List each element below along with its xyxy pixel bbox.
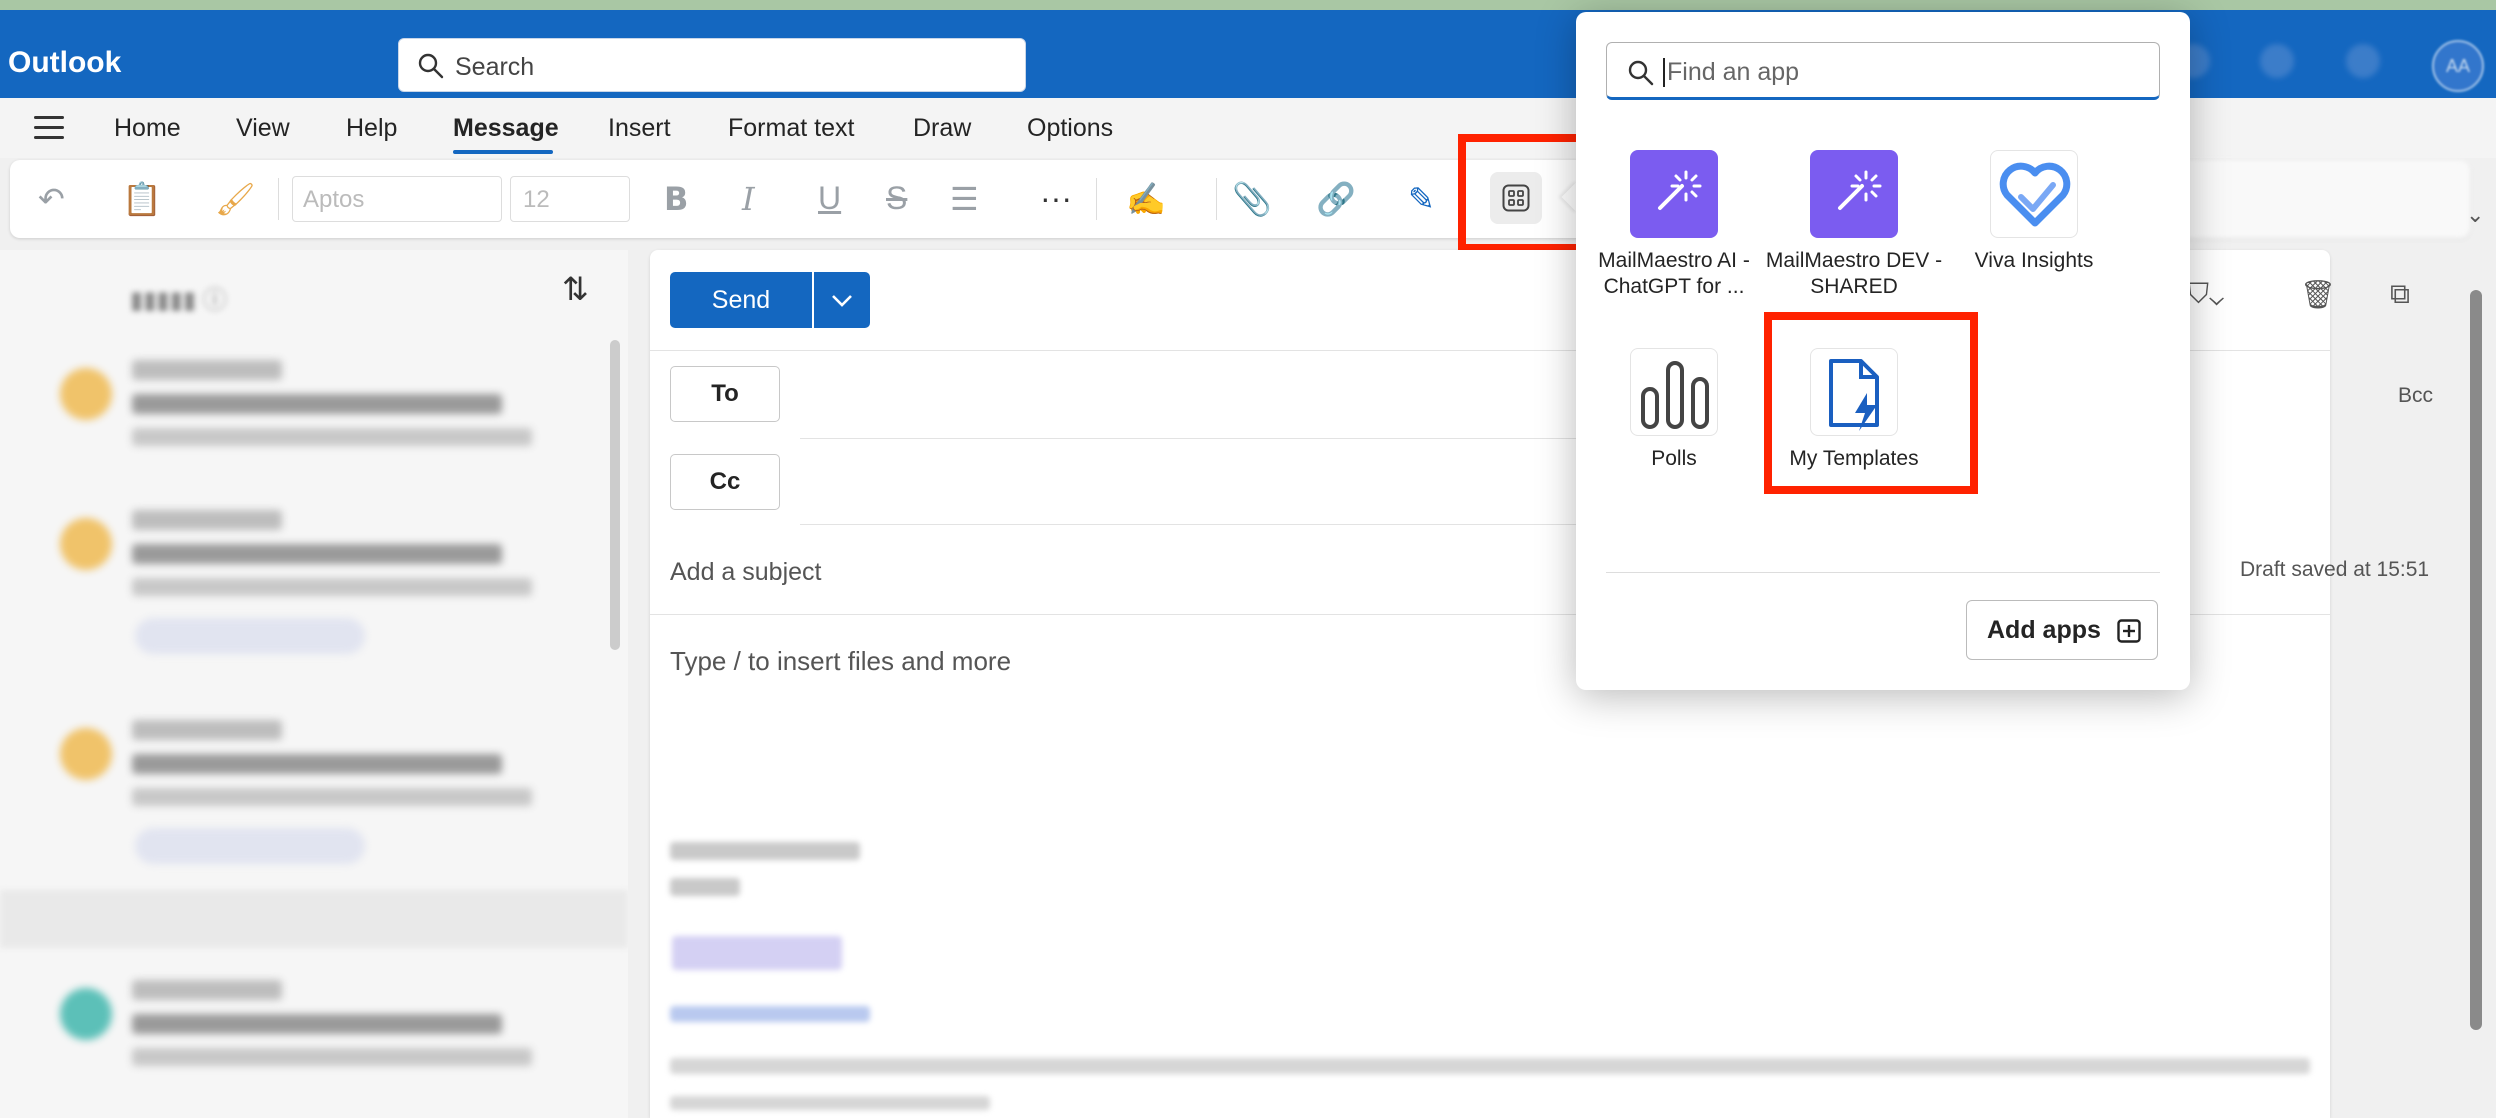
user-avatar[interactable]: AA [2432,40,2484,92]
attach-file-icon[interactable]: 📎 [1232,180,1272,218]
poll-bars-icon [1630,348,1718,436]
find-app-input[interactable]: Find an app [1606,42,2160,100]
ribbon-toolbar: ↶ 📋 🖌 Aptos 12 B I U S ☰ ··· ✍ 📎 🔗 ✎ [10,160,1588,238]
tab-draw[interactable]: Draw [913,114,971,143]
compose-scrollbar[interactable] [2470,290,2482,1030]
my-templates-highlight [1764,312,1978,494]
sensitivity-icon[interactable]: ⛉⌄ [2188,278,2224,311]
bold-icon[interactable]: B [664,180,688,218]
send-options-button[interactable] [814,272,870,328]
signature-line [670,842,860,860]
search-box[interactable]: Search [398,38,1026,92]
list-item[interactable] [20,700,590,880]
pop-out-icon[interactable]: ⧉ [2390,278,2410,311]
editor-icon[interactable]: ✍ [1126,180,1166,218]
message-body[interactable]: Type / to insert files and more [670,646,1011,677]
app-label: Polls [1651,447,1697,470]
link-icon[interactable]: 🔗 [1316,180,1356,218]
mail-list-pane: ▮▮▮▮▮ ⓘ ⇅ [0,250,628,1118]
plus-box-icon [2117,619,2141,643]
tab-options[interactable]: Options [1027,114,1113,143]
tab-format-text[interactable]: Format text [728,114,854,143]
collapse-ribbon-icon[interactable]: ⌄ [2466,202,2484,228]
app-name[interactable]: Outlook [8,46,121,80]
list-item[interactable] [20,490,590,670]
send-button[interactable]: Send [670,272,812,328]
tab-message[interactable]: Message [453,114,559,143]
wand-icon [1810,150,1898,238]
line-spacing-icon[interactable]: ☰ [950,180,979,218]
find-app-placeholder: Find an app [1663,58,1799,87]
folder-title-blurred: ▮▮▮▮▮ ⓘ [130,287,227,314]
app-label: Viva Insights [1974,249,2094,272]
sort-icon[interactable]: ⇅ [562,270,589,308]
tab-help[interactable]: Help [346,114,397,143]
add-apps-button[interactable]: Add apps [1966,600,2158,660]
heart-check-icon [1990,150,2078,238]
format-painter-icon[interactable]: 🖌 [215,180,256,218]
ribbon-divider [1096,178,1097,220]
undo-icon[interactable]: ↶ [38,180,65,218]
bcc-button[interactable]: Bcc [2398,384,2433,408]
list-item[interactable] [20,960,590,1118]
tab-view[interactable]: View [236,114,290,143]
ribbon-divider [278,178,279,220]
list-section-header [0,890,628,948]
underline-icon[interactable]: U [818,180,841,217]
hamburger-menu-icon[interactable] [34,116,64,140]
add-apps-label: Add apps [1987,616,2101,644]
search-icon [418,53,444,79]
active-tab-indicator [453,150,553,154]
cc-button[interactable]: Cc [670,454,780,510]
signature-logo [672,936,842,970]
popup-divider [1606,572,2160,573]
tab-insert[interactable]: Insert [608,114,671,143]
chevron-down-icon [832,295,852,307]
signature-line [670,878,740,896]
delete-icon[interactable]: 🗑 [2300,278,2336,311]
header-action-icon[interactable] [2346,44,2380,78]
app-label: MailMaestro DEV - SHARED [1765,249,1943,298]
signature-disclaimer [670,1096,990,1110]
to-button[interactable]: To [670,366,780,422]
font-name-select[interactable]: Aptos [292,176,502,222]
header-action-icon[interactable] [2260,44,2294,78]
font-size-select[interactable]: 12 [510,176,630,222]
signature-icon[interactable]: ✎ [1408,180,1435,218]
signature-disclaimer [670,1058,2310,1074]
tab-home[interactable]: Home [114,114,181,143]
window-top-edge [0,0,2496,10]
ribbon-divider [1216,178,1217,220]
signature-link [670,1006,870,1022]
app-label: MailMaestro AI - ChatGPT for ... [1598,249,1750,298]
search-placeholder: Search [455,53,535,81]
subject-input[interactable]: Add a subject [670,558,822,587]
more-options-icon[interactable]: ··· [1040,180,1072,217]
draft-status: Draft saved at 15:51 [2240,558,2430,581]
strikethrough-icon[interactable]: S [886,180,907,217]
italic-icon[interactable]: I [742,180,755,218]
mail-list-scrollbar[interactable] [610,340,620,650]
search-icon [1628,60,1654,86]
wand-icon [1630,150,1718,238]
paste-icon[interactable]: 📋 [122,180,162,218]
